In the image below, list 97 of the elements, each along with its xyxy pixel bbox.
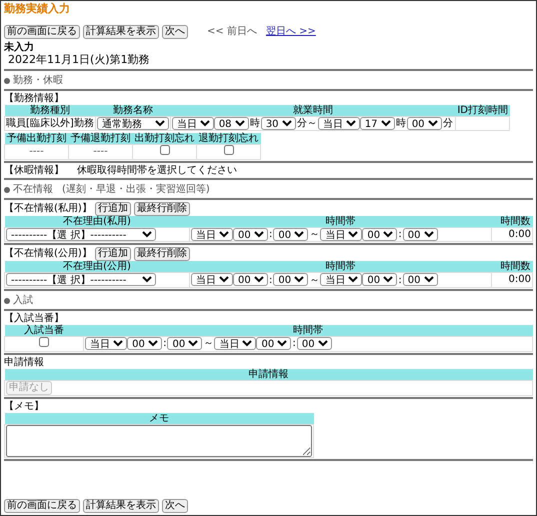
column-header: 就業時間 bbox=[170, 105, 456, 116]
time-separator: ～ bbox=[309, 274, 320, 286]
section-heading: 不在情報 bbox=[13, 184, 53, 196]
time-unit: 分 bbox=[442, 118, 453, 130]
block-label: 【メモ】 bbox=[4, 400, 45, 413]
work-name-select[interactable]: 通常勤務 bbox=[96, 117, 169, 130]
time-separator: : bbox=[398, 229, 402, 240]
row-button[interactable]: 行追加 bbox=[94, 247, 131, 262]
column-header: ID打刻時間 bbox=[455, 105, 510, 116]
time-separator: : bbox=[398, 274, 402, 286]
status-label: 未入力 bbox=[4, 42, 35, 54]
hours-value: 0:00 bbox=[508, 274, 531, 286]
time-select[interactable]: 当日 bbox=[190, 273, 233, 286]
time-select[interactable]: 00 bbox=[127, 337, 162, 350]
column-header: 入試当番 bbox=[4, 324, 84, 336]
block-label: 【不在情報(私用)】 bbox=[4, 203, 92, 216]
column-header: 時間数 bbox=[491, 261, 532, 273]
block-label: 【不在情報(公用)】 bbox=[4, 248, 92, 260]
column-header: 退勤打刻忘れ bbox=[196, 133, 260, 145]
block-label: 【入試当番】 bbox=[4, 312, 65, 324]
time-select[interactable]: 08 bbox=[214, 117, 249, 130]
section-heading: 入試 bbox=[13, 294, 33, 307]
time-unit: 時 bbox=[250, 118, 260, 130]
time-unit: 時 bbox=[396, 118, 406, 130]
bullet-icon bbox=[4, 298, 10, 304]
date-heading: 2022年11月1日(火)第1勤務 bbox=[8, 54, 151, 66]
block-label: 申請情報 bbox=[4, 356, 45, 369]
time-select[interactable]: 00 bbox=[273, 273, 308, 286]
section-note: (遅刻・早退・出張・実習巡回等) bbox=[62, 184, 210, 196]
column-header: 時間帯 bbox=[84, 324, 532, 336]
page-title: 勤務実績入力 bbox=[4, 3, 71, 15]
time-select[interactable]: 当日 bbox=[320, 228, 362, 242]
time-select[interactable]: 当日 bbox=[190, 228, 233, 242]
stamp-value: ---- bbox=[29, 146, 44, 158]
time-separator: : bbox=[268, 274, 272, 286]
checkbox[interactable] bbox=[39, 336, 50, 347]
time-select[interactable]: 00 bbox=[232, 228, 268, 242]
time-select[interactable]: 当日 bbox=[320, 273, 362, 286]
time-select[interactable]: 00 bbox=[402, 273, 438, 286]
time-select[interactable]: 17 bbox=[360, 117, 395, 130]
time-select[interactable]: 00 bbox=[362, 228, 398, 242]
nav-button[interactable]: 次へ bbox=[162, 25, 188, 39]
time-select[interactable]: 当日 bbox=[172, 117, 214, 130]
time-select[interactable]: 00 bbox=[273, 228, 308, 242]
column-header: 時間数 bbox=[491, 216, 532, 228]
time-separator: : bbox=[268, 229, 272, 240]
section-heading: 勤務・休暇 bbox=[13, 75, 63, 87]
column-header: 申請情報 bbox=[4, 368, 532, 380]
time-select[interactable]: 当日 bbox=[85, 337, 128, 350]
nav-button[interactable]: 前の画面に戻る bbox=[4, 25, 80, 39]
day-link[interactable]: 翌日へ >> bbox=[266, 26, 316, 38]
nav-button[interactable]: 次へ bbox=[162, 499, 188, 513]
column-header: 勤務名称 bbox=[95, 105, 170, 116]
column-header: 不在理由(公用) bbox=[4, 261, 190, 273]
time-select[interactable]: 00 bbox=[256, 337, 292, 350]
column-header: メモ bbox=[4, 412, 314, 424]
time-select[interactable]: 30 bbox=[260, 117, 296, 130]
time-select[interactable]: 00 bbox=[232, 273, 268, 286]
bullet-icon bbox=[4, 78, 10, 84]
row-button[interactable]: 最終行削除 bbox=[134, 247, 190, 262]
column-header: 予備出勤打刻 bbox=[4, 133, 68, 145]
column-header: 予備退勤打刻 bbox=[68, 133, 132, 145]
nav-button[interactable]: 計算結果を表示 bbox=[83, 25, 159, 39]
memo-field[interactable] bbox=[6, 424, 312, 457]
column-header: 時間帯 bbox=[189, 216, 492, 228]
bullet-icon bbox=[4, 187, 10, 194]
time-separator: ～ bbox=[203, 338, 214, 350]
time-select[interactable]: 当日 bbox=[318, 117, 360, 130]
stamp-value: ---- bbox=[93, 146, 108, 158]
time-select[interactable]: 00 bbox=[362, 273, 398, 286]
row-button[interactable]: 行追加 bbox=[94, 202, 131, 216]
time-select[interactable]: 00 bbox=[167, 337, 202, 350]
day-link: << 前日へ bbox=[207, 26, 257, 38]
time-separator: : bbox=[292, 338, 296, 350]
block-label: 【勤務情報】 bbox=[4, 93, 65, 104]
checkbox[interactable] bbox=[224, 145, 234, 156]
block-label: 【休暇情報】 bbox=[4, 165, 64, 178]
time-select[interactable]: 00 bbox=[402, 228, 438, 242]
reason-select[interactable]: ----------【選 択】---------- bbox=[6, 228, 156, 242]
column-header: 不在理由(私用) bbox=[4, 216, 190, 228]
nav-button[interactable]: 前の画面に戻る bbox=[4, 499, 80, 513]
time-separator: ～ bbox=[309, 229, 320, 240]
column-header: 時間帯 bbox=[189, 261, 492, 273]
checkbox[interactable] bbox=[160, 145, 170, 156]
work-type: 職員[臨床以外]勤務 bbox=[6, 118, 94, 129]
row-button[interactable]: 最終行削除 bbox=[134, 202, 190, 216]
leave-message: 休暇取得時間帯を選択してください bbox=[77, 165, 237, 178]
time-unit: 分～ bbox=[296, 118, 317, 130]
column-header: 出勤打刻忘れ bbox=[132, 133, 196, 145]
nav-button[interactable]: 計算結果を表示 bbox=[83, 499, 159, 513]
column-header: 勤務種別 bbox=[4, 105, 96, 116]
time-select[interactable]: 00 bbox=[406, 117, 442, 130]
reason-select[interactable]: ----------【選 択】---------- bbox=[6, 273, 156, 286]
hours-value: 0:00 bbox=[508, 228, 531, 240]
time-separator: : bbox=[163, 338, 166, 350]
time-select[interactable]: 当日 bbox=[214, 337, 256, 350]
time-select[interactable]: 00 bbox=[296, 337, 332, 350]
